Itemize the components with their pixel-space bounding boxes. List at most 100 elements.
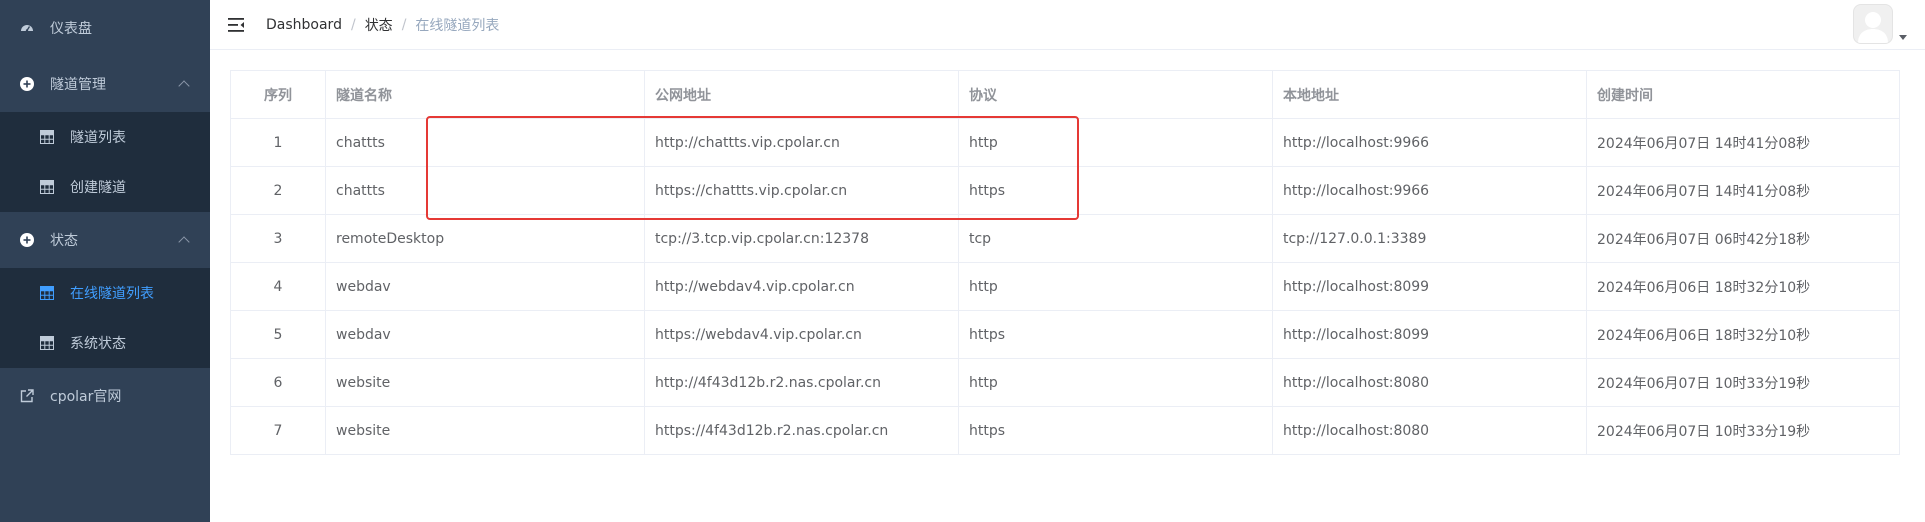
sidebar-item-label: 在线隧道列表	[70, 286, 154, 302]
online-tunnel-table: 序列 隧道名称 公网地址 协议 本地地址 创建时间 1 chattts http…	[230, 70, 1900, 455]
sidebar-item-official-site[interactable]: cpolar官网	[0, 368, 210, 424]
cell-protocol: https	[958, 406, 1273, 455]
column-header: 公网地址	[644, 70, 959, 119]
cell-public-url: tcp://3.tcp.vip.cpolar.cn:12378	[644, 214, 959, 263]
cell-created-time: 2024年06月07日 10时33分19秒	[1586, 406, 1900, 455]
cell-local-address: http://localhost:8099	[1272, 262, 1587, 311]
table-row: 5 webdav https://webdav4.vip.cpolar.cn h…	[230, 310, 1900, 359]
column-header: 协议	[958, 70, 1273, 119]
cell-index: 3	[230, 214, 326, 263]
chevron-up-icon	[178, 80, 190, 92]
breadcrumb-status: 状态	[364, 17, 393, 34]
cell-tunnel-name: remoteDesktop	[325, 214, 645, 263]
cell-created-time: 2024年06月06日 18时32分10秒	[1586, 262, 1900, 311]
cell-created-time: 2024年06月07日 06时42分18秒	[1586, 214, 1900, 263]
cell-index: 4	[230, 262, 326, 311]
sidebar-item-create-tunnel[interactable]: 创建隧道	[0, 162, 210, 212]
plus-circle-icon	[20, 77, 34, 91]
cell-public-url: https://webdav4.vip.cpolar.cn	[644, 310, 959, 359]
user-menu[interactable]	[1853, 4, 1907, 44]
submenu-tunnel-mgmt: 隧道列表 创建隧道	[0, 112, 210, 212]
cell-tunnel-name: website	[325, 358, 645, 407]
cell-tunnel-name: chattts	[325, 166, 645, 215]
column-header: 本地地址	[1272, 70, 1587, 119]
cell-protocol: https	[958, 166, 1273, 215]
cell-index: 2	[230, 166, 326, 215]
external-link-icon	[20, 389, 34, 403]
plus-circle-icon	[20, 233, 34, 247]
avatar[interactable]	[1853, 4, 1893, 44]
sidebar-item-label: 创建隧道	[70, 180, 126, 196]
cell-tunnel-name: webdav	[325, 310, 645, 359]
table-row: 6 website http://4f43d12b.r2.nas.cpolar.…	[230, 358, 1900, 407]
cell-local-address: http://localhost:8099	[1272, 310, 1587, 359]
breadcrumb-current: 在线隧道列表	[415, 17, 500, 34]
cell-protocol: https	[958, 310, 1273, 359]
sidebar-item-label: 隧道管理	[50, 77, 106, 93]
column-header: 隧道名称	[325, 70, 645, 119]
table-header-row: 序列 隧道名称 公网地址 协议 本地地址 创建时间	[230, 70, 1900, 119]
table-row: 7 website https://4f43d12b.r2.nas.cpolar…	[230, 406, 1900, 455]
sidebar-item-dashboard[interactable]: 仪表盘	[0, 0, 210, 56]
sidebar: 仪表盘 隧道管理 隧道列表 创建隧道 状态 在线隧道列表 系统状态 cpolar…	[0, 0, 210, 522]
table-row: 3 remoteDesktop tcp://3.tcp.vip.cpolar.c…	[230, 214, 1900, 263]
grid-icon	[40, 336, 54, 350]
user-silhouette-icon	[1858, 12, 1888, 43]
sidebar-item-label: 隧道列表	[70, 130, 126, 146]
cell-protocol: http	[958, 358, 1273, 407]
column-header: 创建时间	[1586, 70, 1900, 119]
cell-protocol: tcp	[958, 214, 1273, 263]
cell-protocol: http	[958, 118, 1273, 167]
cell-public-url: http://chattts.vip.cpolar.cn	[644, 118, 959, 167]
sidebar-item-system-status[interactable]: 系统状态	[0, 318, 210, 368]
cell-public-url: http://4f43d12b.r2.nas.cpolar.cn	[644, 358, 959, 407]
sidebar-item-label: 状态	[50, 233, 78, 249]
cell-public-url: http://webdav4.vip.cpolar.cn	[644, 262, 959, 311]
cell-index: 6	[230, 358, 326, 407]
hamburger-icon[interactable]	[226, 15, 246, 35]
cell-created-time: 2024年06月07日 14时41分08秒	[1586, 166, 1900, 215]
app-root: 仪表盘 隧道管理 隧道列表 创建隧道 状态 在线隧道列表 系统状态 cpolar…	[0, 0, 1925, 522]
table-row: 4 webdav http://webdav4.vip.cpolar.cn ht…	[230, 262, 1900, 311]
cell-local-address: tcp://127.0.0.1:3389	[1272, 214, 1587, 263]
cell-tunnel-name: website	[325, 406, 645, 455]
cell-tunnel-name: chattts	[325, 118, 645, 167]
sidebar-item-label: cpolar官网	[50, 389, 122, 405]
cell-public-url: https://chattts.vip.cpolar.cn	[644, 166, 959, 215]
grid-icon	[40, 130, 54, 144]
sidebar-item-online-list[interactable]: 在线隧道列表	[0, 268, 210, 318]
cell-created-time: 2024年06月07日 10时33分19秒	[1586, 358, 1900, 407]
table-row: 1 chattts http://chattts.vip.cpolar.cn h…	[230, 118, 1900, 167]
cell-local-address: http://localhost:8080	[1272, 406, 1587, 455]
submenu-status: 在线隧道列表 系统状态	[0, 268, 210, 368]
cell-index: 5	[230, 310, 326, 359]
column-header: 序列	[230, 70, 326, 119]
sidebar-item-label: 仪表盘	[50, 21, 92, 37]
dashboard-icon	[20, 21, 34, 35]
cell-public-url: https://4f43d12b.r2.nas.cpolar.cn	[644, 406, 959, 455]
breadcrumb-dashboard[interactable]: Dashboard	[266, 17, 342, 33]
navbar: Dashboard / 状态 / 在线隧道列表	[210, 0, 1925, 50]
cell-index: 7	[230, 406, 326, 455]
grid-icon	[40, 180, 54, 194]
cell-created-time: 2024年06月07日 14时41分08秒	[1586, 118, 1900, 167]
sidebar-menu-tunnel-mgmt[interactable]: 隧道管理	[0, 56, 210, 112]
tunnel-table-wrapper: 序列 隧道名称 公网地址 协议 本地地址 创建时间 1 chattts http…	[230, 70, 1900, 455]
cell-local-address: http://localhost:8080	[1272, 358, 1587, 407]
cell-local-address: http://localhost:9966	[1272, 118, 1587, 167]
breadcrumb-separator: /	[401, 16, 407, 33]
cell-local-address: http://localhost:9966	[1272, 166, 1587, 215]
grid-icon	[40, 286, 54, 300]
sidebar-item-tunnel-list[interactable]: 隧道列表	[0, 112, 210, 162]
sidebar-menu-status[interactable]: 状态	[0, 212, 210, 268]
cell-index: 1	[230, 118, 326, 167]
breadcrumb: Dashboard / 状态 / 在线隧道列表	[266, 15, 499, 35]
chevron-up-icon	[178, 236, 190, 248]
sidebar-item-label: 系统状态	[70, 336, 126, 352]
main-content: Dashboard / 状态 / 在线隧道列表 序列 隧道名称 公网地址 协议 …	[210, 0, 1925, 522]
table-row: 2 chattts https://chattts.vip.cpolar.cn …	[230, 166, 1900, 215]
cell-created-time: 2024年06月06日 18时32分10秒	[1586, 310, 1900, 359]
caret-down-icon[interactable]	[1899, 35, 1907, 40]
breadcrumb-separator: /	[350, 16, 356, 33]
cell-tunnel-name: webdav	[325, 262, 645, 311]
